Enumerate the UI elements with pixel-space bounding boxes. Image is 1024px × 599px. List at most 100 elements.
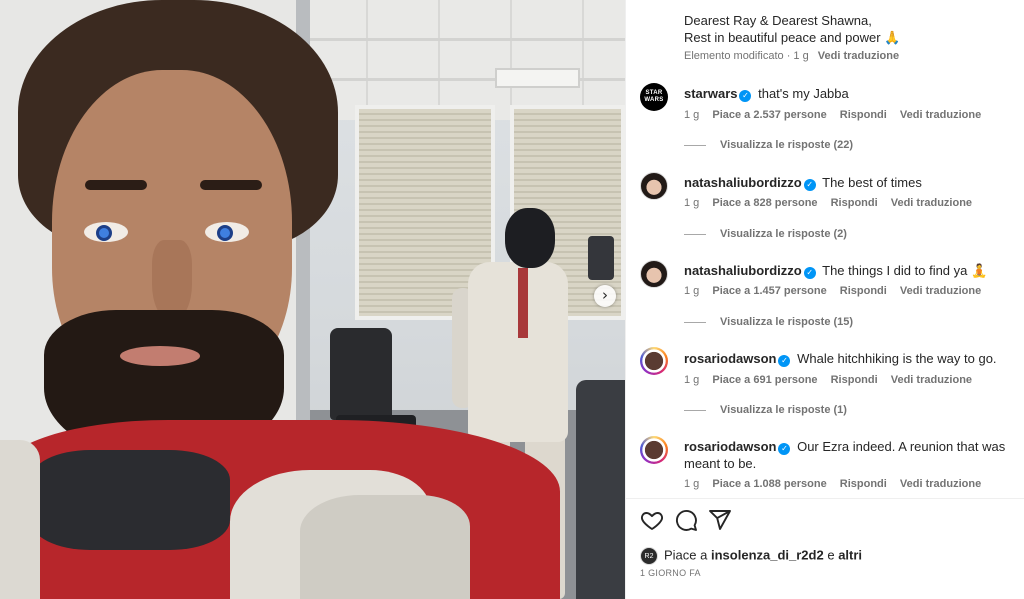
comments-panel: Dearest Ray & Dearest Shawna, Rest in be… — [625, 0, 1024, 599]
comment-meta: 1 g Piace a 1.457 persone Rispondi Vedi … — [684, 285, 991, 297]
verified-badge-icon: ✓ — [778, 355, 791, 367]
reply-button[interactable]: Rispondi — [840, 478, 887, 490]
comment-likes-link[interactable]: Piace a 1.088 persone — [712, 478, 826, 490]
comment-text: Whale hitchhiking is the way to go. — [797, 351, 997, 366]
likes-connector: e — [827, 547, 835, 563]
comment-likes-link[interactable]: Piace a 1.457 persone — [712, 285, 826, 297]
replies-divider-line — [684, 321, 706, 323]
comment-likes-link[interactable]: Piace a 2.537 persone — [712, 109, 826, 121]
see-translation-link[interactable]: Vedi traduzione — [900, 285, 981, 297]
comment-meta: 1 g Piace a 691 persone Rispondi Vedi tr… — [684, 374, 982, 386]
see-translation-link[interactable]: Vedi traduzione — [900, 109, 981, 121]
photo-eye — [84, 222, 128, 242]
comment-time: 1 g — [684, 109, 700, 121]
avatar-natashaliubordizzo[interactable] — [640, 260, 668, 288]
avatar-rosariodawson[interactable] — [640, 347, 668, 375]
comment-meta: 1 g Piace a 1.088 persone Rispondi Vedi … — [684, 478, 991, 490]
post-caption: Dearest Ray & Dearest Shawna, Rest in be… — [684, 12, 1014, 46]
likes-summary: R2 Piace a insolenza_di_r2d2 e altri — [640, 547, 862, 565]
photo-iris — [96, 225, 112, 241]
caption-line: Rest in beautiful peace and power 🙏 — [684, 30, 901, 45]
photo-eyebrow — [200, 180, 262, 190]
comment-text: The best of times — [822, 175, 922, 190]
comment-username[interactable]: natashaliubordizzo — [684, 263, 802, 278]
comment-username[interactable]: rosariodawson — [684, 351, 776, 366]
see-translation-link[interactable]: Vedi traduzione — [891, 374, 972, 386]
comment-likes-link[interactable]: Piace a 828 persone — [712, 197, 817, 209]
replies-divider-line — [684, 409, 706, 411]
post-photo: › — [0, 0, 625, 599]
comment-username[interactable]: rosariodawson — [684, 439, 776, 454]
photo-dark-neck-seal — [30, 450, 230, 550]
comment-username[interactable]: starwars — [684, 86, 737, 101]
view-replies-button[interactable]: Visualizza le risposte (15) — [684, 316, 853, 328]
view-replies-label: Visualizza le risposte (15) — [720, 316, 854, 328]
verified-badge-icon: ✓ — [778, 443, 791, 455]
photo-armor-left — [0, 440, 40, 599]
photo-eyebrow — [85, 180, 147, 190]
see-translation-link[interactable]: Vedi traduzione — [900, 478, 981, 490]
comment-bubble-icon[interactable] — [674, 508, 700, 534]
verified-badge-icon: ✓ — [803, 267, 816, 279]
heart-icon[interactable] — [640, 508, 666, 534]
comment-body: rosariodawson ✓ Whale hitchhiking is the … — [684, 350, 1020, 367]
caption-meta: Elemento modificato · 1 g Vedi traduzion… — [684, 50, 899, 62]
verified-badge-icon: ✓ — [739, 90, 752, 102]
photo-trooper-head — [505, 208, 555, 268]
comment-body: starwars ✓ that's my Jabba — [684, 85, 1020, 102]
photo-mouth — [120, 346, 200, 366]
photo-sofa — [576, 380, 625, 599]
photo-office-chair — [330, 328, 392, 420]
comment-meta: 1 g Piace a 2.537 persone Rispondi Vedi … — [684, 109, 991, 121]
comment-time: 1 g — [684, 478, 700, 490]
verified-badge-icon: ✓ — [803, 179, 816, 191]
view-replies-button[interactable]: Visualizza le risposte (2) — [684, 228, 847, 240]
replies-divider-line — [684, 144, 706, 146]
comment-meta: 1 g Piace a 828 persone Rispondi Vedi tr… — [684, 197, 982, 209]
photo-phone — [588, 236, 614, 280]
photo-nose — [152, 240, 192, 320]
reply-button[interactable]: Rispondi — [831, 374, 878, 386]
reply-button[interactable]: Rispondi — [840, 285, 887, 297]
comment-time: 1 g — [684, 285, 700, 297]
view-replies-button[interactable]: Visualizza le risposte (1) — [684, 404, 847, 416]
see-translation-link[interactable]: Vedi traduzione — [818, 50, 899, 62]
view-replies-label: Visualizza le risposte (1) — [720, 404, 847, 416]
comment-text: that's my Jabba — [758, 86, 849, 101]
comment-time: 1 g — [684, 374, 700, 386]
carousel-next-button[interactable]: › — [594, 285, 616, 307]
comment-text: The things I did to find ya 🧘 — [822, 263, 988, 278]
liker-username[interactable]: insolenza_di_r2d2 — [711, 547, 824, 562]
comment-likes-link[interactable]: Piace a 691 persone — [712, 374, 817, 386]
photo-ceiling-light — [495, 68, 580, 88]
comment-body: natashaliubordizzo ✓ The things I did to … — [684, 262, 1020, 279]
post-timestamp[interactable]: 1 GIORNO FA — [640, 568, 701, 578]
likes-others-link[interactable]: altri — [838, 547, 862, 562]
comment-body: rosariodawson ✓ Our Ezra indeed. A reunio… — [684, 438, 1020, 472]
paper-plane-icon[interactable] — [708, 508, 734, 534]
liker-avatar[interactable]: R2 — [640, 547, 658, 565]
avatar-natashaliubordizzo[interactable] — [640, 172, 668, 200]
caption-line: Dearest Ray & Dearest Shawna, — [684, 13, 872, 28]
photo-iris — [217, 225, 233, 241]
see-translation-link[interactable]: Vedi traduzione — [891, 197, 972, 209]
photo-armor-shoulder-plate — [300, 495, 470, 599]
reply-button[interactable]: Rispondi — [840, 109, 887, 121]
replies-divider-line — [684, 233, 706, 235]
avatar-logo-text: STAR WARS — [644, 90, 664, 103]
comment-body: natashaliubordizzo ✓ The best of times — [684, 174, 1020, 191]
comment-username[interactable]: natashaliubordizzo — [684, 175, 802, 190]
avatar-starwars[interactable]: STAR WARS — [640, 83, 668, 111]
comment-time: 1 g — [684, 197, 700, 209]
caption-edited-time: Elemento modificato · 1 g — [684, 50, 809, 62]
panel-divider — [626, 498, 1024, 499]
photo-eye — [205, 222, 249, 242]
likes-prefix: Piace a — [664, 547, 708, 563]
view-replies-button[interactable]: Visualizza le risposte (22) — [684, 139, 853, 151]
photo-ceiling-band — [296, 38, 625, 41]
photo-trooper-strap — [518, 268, 528, 338]
photo-ceiling — [296, 0, 625, 120]
avatar-rosariodawson[interactable] — [640, 436, 668, 464]
chevron-right-icon: › — [602, 286, 608, 304]
reply-button[interactable]: Rispondi — [831, 197, 878, 209]
